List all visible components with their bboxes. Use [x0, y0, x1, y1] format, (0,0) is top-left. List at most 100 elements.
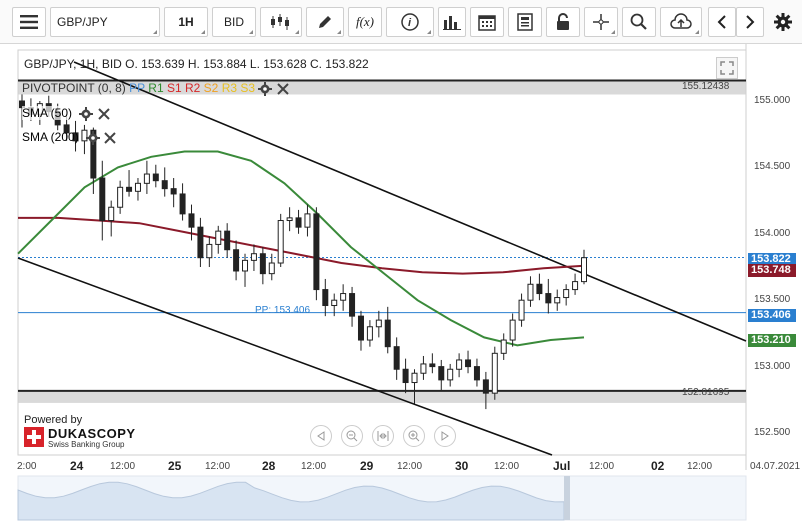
menu-icon: [20, 15, 38, 29]
price-type-selector[interactable]: BID: [212, 7, 256, 37]
close-icon[interactable]: [103, 131, 117, 145]
chevron-left-icon: [717, 15, 726, 29]
candle: [259, 247, 266, 285]
price-tag: 153.406: [748, 309, 796, 322]
info-button[interactable]: i: [386, 7, 434, 37]
candle: [518, 293, 525, 327]
sma200-legend[interactable]: SMA (200): [22, 130, 117, 145]
chart-type-button[interactable]: [260, 7, 302, 37]
pivot-item: S1: [163, 81, 182, 95]
expand-icon: [720, 61, 734, 75]
candle: [340, 284, 347, 311]
cloud-upload-icon: [670, 13, 692, 29]
candle: [233, 240, 240, 281]
candle: [357, 310, 364, 351]
candle: [322, 278, 329, 317]
candle: [536, 273, 543, 301]
timeframe-selector[interactable]: 1H: [164, 7, 208, 37]
x-tick-label: 12:00: [205, 461, 231, 472]
pivot-item: R3: [218, 81, 238, 95]
pivot-item: S2: [200, 81, 219, 95]
x-tick-label: 12:00: [301, 461, 327, 472]
chart-toolbar: GBP/JPY 1H BID f(x) i: [0, 0, 802, 44]
logo-tagline: Swiss Banking Group: [48, 440, 125, 449]
candle: [563, 284, 570, 306]
x-tick-label: 12:00: [397, 461, 423, 472]
candle: [527, 276, 534, 307]
pivot-level-label: PP: 153.406: [255, 305, 311, 316]
candle: [170, 178, 177, 208]
candle: [572, 273, 579, 295]
x-tick-label: 29: [360, 459, 374, 473]
close-icon[interactable]: [97, 107, 111, 121]
pencil-icon: [319, 16, 331, 28]
nav-last-button[interactable]: [434, 425, 456, 447]
calendar-icon: [478, 15, 496, 31]
y-tick-label: 153.000: [754, 360, 791, 372]
candle: [179, 183, 186, 221]
triangle-right-icon: [441, 431, 449, 441]
gear-icon[interactable]: [258, 81, 273, 96]
x-tick-label: 12:00: [687, 461, 713, 472]
scroll-right-button[interactable]: [736, 7, 764, 37]
candle: [126, 170, 133, 197]
candle: [117, 180, 124, 214]
candle: [197, 217, 204, 267]
info-icon: i: [401, 13, 419, 31]
candle: [384, 306, 391, 354]
calendar-button[interactable]: [470, 7, 504, 37]
crosshair-button[interactable]: [584, 7, 618, 37]
symbol-selector[interactable]: GBP/JPY: [50, 7, 160, 37]
candle: [206, 236, 213, 267]
gear-icon: [774, 13, 792, 31]
pivot-item: S3: [237, 81, 256, 95]
x-tick-label: 02: [651, 459, 665, 473]
candle: [438, 359, 445, 391]
dukascopy-logo: DUKASCOPY Swiss Banking Group: [24, 426, 135, 450]
pivot-legend[interactable]: PIVOTPOINT (0, 8) PP R1 S1 R2 S2 R3 S3: [22, 81, 290, 96]
upload-button[interactable]: [660, 7, 702, 37]
price-type-label: BID: [223, 15, 244, 29]
chart-window: GBP/JPY 1H BID f(x) i GBP/JPY, 1H, BID O…: [0, 0, 802, 525]
candle: [108, 200, 115, 237]
candle: [491, 346, 498, 400]
news-button[interactable]: [508, 7, 542, 37]
close-icon[interactable]: [276, 82, 290, 96]
candlestick-icon: [271, 14, 289, 30]
candle: [215, 225, 222, 254]
sma50-label: SMA (50): [22, 106, 73, 120]
zoom-icon: [630, 13, 647, 30]
candle: [304, 204, 311, 237]
candle: [286, 207, 293, 232]
navigator-handle: [564, 476, 570, 520]
zoom-button[interactable]: [622, 7, 656, 37]
menu-button[interactable]: [12, 7, 46, 37]
gear-icon[interactable]: [79, 106, 94, 121]
y-tick-label: 153.500: [754, 294, 791, 306]
draw-tool-button[interactable]: [306, 7, 344, 37]
candle: [482, 371, 489, 410]
lock-icon: [557, 13, 569, 30]
settings-button[interactable]: [770, 7, 796, 37]
candle: [465, 350, 472, 374]
nav-zoom-in-button[interactable]: [403, 425, 425, 447]
candle: [250, 244, 257, 271]
zoom-in-icon: [408, 430, 420, 442]
x-tick-label: 12:00: [589, 461, 615, 472]
price-chart[interactable]: [0, 44, 802, 525]
nav-first-button[interactable]: [310, 425, 332, 447]
scroll-left-button[interactable]: [708, 7, 736, 37]
indicators-button[interactable]: f(x): [348, 7, 382, 37]
lock-button[interactable]: [546, 7, 580, 37]
x-tick-label: 24: [70, 459, 84, 473]
channel-upper-line: [73, 61, 747, 342]
nav-reset-button[interactable]: [372, 425, 394, 447]
bars-button[interactable]: [438, 7, 466, 37]
sma50-legend[interactable]: SMA (50): [22, 106, 111, 121]
candle: [581, 249, 587, 285]
candle: [545, 278, 552, 314]
crosshair-icon: [593, 14, 609, 30]
fullscreen-button[interactable]: [716, 57, 738, 79]
nav-zoom-out-button[interactable]: [341, 425, 363, 447]
gear-icon[interactable]: [86, 130, 101, 145]
